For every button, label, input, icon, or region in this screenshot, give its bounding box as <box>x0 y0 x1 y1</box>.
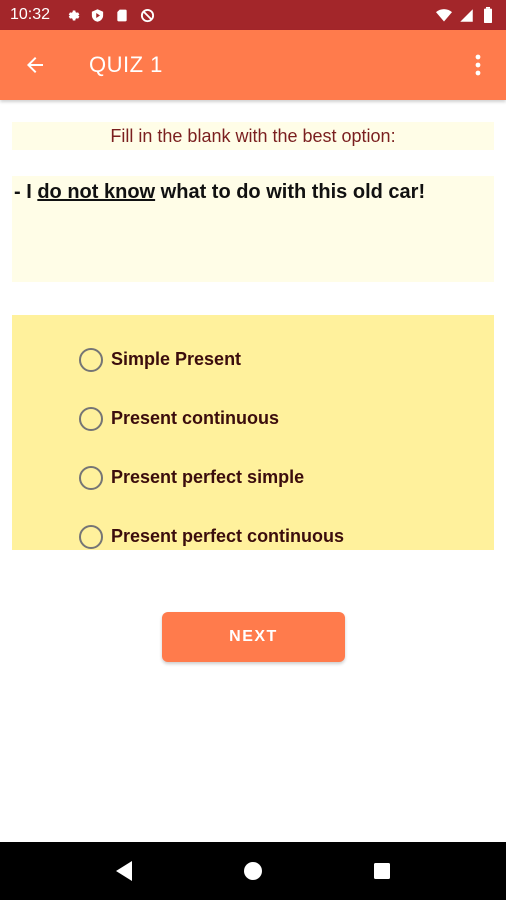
wifi-icon <box>436 7 452 23</box>
nav-recents-icon <box>373 863 390 879</box>
question-highlight: do not know <box>37 181 156 203</box>
status-notification-icons <box>64 7 155 23</box>
back-button[interactable] <box>0 30 70 100</box>
status-time: 10:32 <box>10 6 51 23</box>
settings-icon <box>64 7 80 23</box>
radio-button[interactable] <box>79 465 103 490</box>
sd-card-icon <box>114 7 130 23</box>
option-present-continuous[interactable]: Present continuous <box>12 389 494 448</box>
option-label: Present perfect continuous <box>111 526 345 546</box>
option-present-perfect-simple[interactable]: Present perfect simple <box>12 448 494 507</box>
option-label: Simple Present <box>111 349 242 369</box>
answer-options: Simple Present Present continuous Presen… <box>12 315 494 550</box>
radio-button[interactable] <box>79 406 103 431</box>
system-nav-bar <box>0 842 506 900</box>
page-title: QUIZ 1 <box>89 52 163 77</box>
question-prefix: - I <box>14 181 38 203</box>
nav-back-button[interactable] <box>104 851 144 891</box>
signal-icon <box>458 7 474 23</box>
nav-home-icon <box>243 862 262 880</box>
status-system-icons <box>436 7 496 23</box>
question-suffix: what to do with this old car! <box>155 181 426 203</box>
shield-play-icon <box>89 7 105 23</box>
app-bar: QUIZ 1 <box>0 30 506 100</box>
instruction-text: Fill in the blank with the best option: <box>12 122 494 150</box>
status-bar: 10:32 <box>0 0 506 30</box>
question-card: - I do not know what to do with this old… <box>12 176 494 282</box>
nav-recents-button[interactable] <box>362 851 402 891</box>
nav-home-button[interactable] <box>233 851 273 891</box>
overflow-menu-button[interactable] <box>450 30 506 100</box>
next-button[interactable]: NEXT <box>162 612 345 662</box>
arrow-back-icon <box>27 57 43 73</box>
battery-icon <box>480 7 496 23</box>
radio-button[interactable] <box>79 524 103 549</box>
more-vert-icon <box>475 54 481 76</box>
blocked-icon <box>139 7 155 23</box>
option-present-perfect-continuous[interactable]: Present perfect continuous <box>12 507 494 566</box>
nav-back-icon <box>116 861 133 881</box>
option-label: Present perfect simple <box>111 467 305 487</box>
radio-button[interactable] <box>79 347 103 372</box>
option-simple-present[interactable]: Simple Present <box>12 330 494 389</box>
option-label: Present continuous <box>111 408 280 428</box>
